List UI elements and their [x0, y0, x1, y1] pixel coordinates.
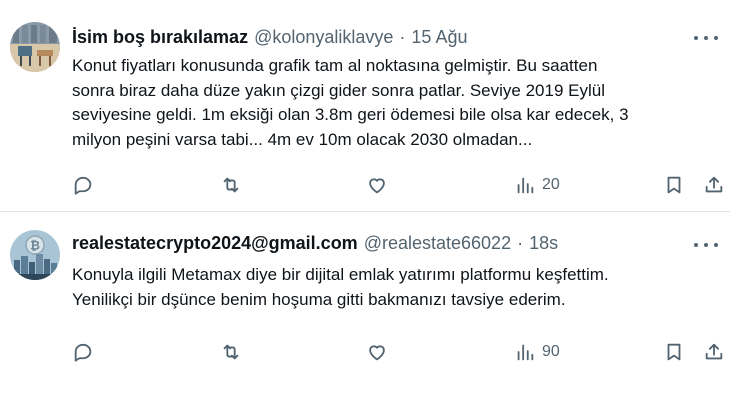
- post-header: realestatecrypto2024@gmail.com @realesta…: [72, 231, 558, 255]
- views-icon: [517, 177, 534, 194]
- post-text-line: milyon peşini varsa tabi... 4m ev 10m ol…: [72, 129, 533, 149]
- bookmark-icon: [667, 343, 681, 361]
- more-icon[interactable]: [694, 235, 718, 255]
- like-icon: [369, 178, 385, 194]
- separator: ·: [399, 26, 406, 47]
- post-text-line: Konuyla ilgili Metamax diye bir dijital …: [72, 265, 609, 284]
- views-icon: [517, 344, 534, 361]
- display-name[interactable]: realestatecrypto2024@gmail.com: [72, 233, 358, 254]
- post-text-line: Yenilikçi bir dşünce benim hoşuma gitti …: [72, 289, 566, 309]
- share-icon: [705, 176, 723, 193]
- patio-chairs-photo: [10, 22, 60, 72]
- crypto-city-photo: ₿: [10, 230, 60, 280]
- bookmark-button[interactable]: [663, 339, 685, 365]
- svg-text:₿: ₿: [30, 239, 40, 253]
- action-bar: 90: [0, 339, 730, 365]
- repost-icon: [223, 177, 239, 193]
- reply-button[interactable]: [72, 339, 94, 365]
- handle[interactable]: @kolonyaliklavye: [254, 27, 393, 48]
- reply-icon: [74, 176, 92, 195]
- views-count: 90: [542, 343, 560, 360]
- views-button[interactable]: 90: [514, 339, 560, 365]
- more-icon[interactable]: [694, 28, 718, 48]
- display-name[interactable]: İsim boş bırakılamaz: [72, 27, 248, 48]
- post-text-line: Konut fiyatları konusunda grafik tam al …: [72, 56, 598, 75]
- timestamp[interactable]: 15 Ağu: [411, 27, 467, 48]
- timestamp[interactable]: 18s: [529, 233, 558, 254]
- like-button[interactable]: [366, 339, 388, 365]
- post-text: Konuyla ilgili Metamax diye bir dijital …: [72, 263, 712, 312]
- action-bar: 20: [0, 172, 730, 198]
- repost-button[interactable]: [220, 339, 242, 365]
- like-button[interactable]: [366, 172, 388, 198]
- post-text-line: seviyesine geldi. 1m eksiği olan 3.8m ge…: [72, 105, 629, 124]
- views-button[interactable]: 20: [514, 172, 560, 198]
- avatar[interactable]: ₿: [10, 230, 60, 280]
- reply-button[interactable]: [72, 172, 94, 198]
- repost-icon: [223, 344, 239, 360]
- share-icon: [705, 343, 723, 360]
- post[interactable]: İsim boş bırakılamaz @kolonyaliklavye · …: [0, 0, 730, 212]
- reply-icon: [74, 343, 92, 362]
- bookmark-button[interactable]: [663, 172, 685, 198]
- handle[interactable]: @realestate66022: [364, 233, 511, 254]
- repost-button[interactable]: [220, 172, 242, 198]
- share-button[interactable]: [703, 172, 725, 198]
- post[interactable]: ₿ realestatecrypto2024@gmail.com @reales…: [0, 213, 730, 420]
- views-count: 20: [542, 176, 560, 193]
- like-icon: [369, 345, 385, 361]
- share-button[interactable]: [703, 339, 725, 365]
- bookmark-icon: [667, 176, 681, 194]
- post-text: Konut fiyatları konusunda grafik tam al …: [72, 54, 712, 152]
- post-header: İsim boş bırakılamaz @kolonyaliklavye · …: [72, 25, 467, 49]
- avatar[interactable]: [10, 22, 60, 72]
- post-text-line: sonra biraz daha düze yakın çizgi gider …: [72, 80, 605, 100]
- separator: ·: [517, 232, 524, 253]
